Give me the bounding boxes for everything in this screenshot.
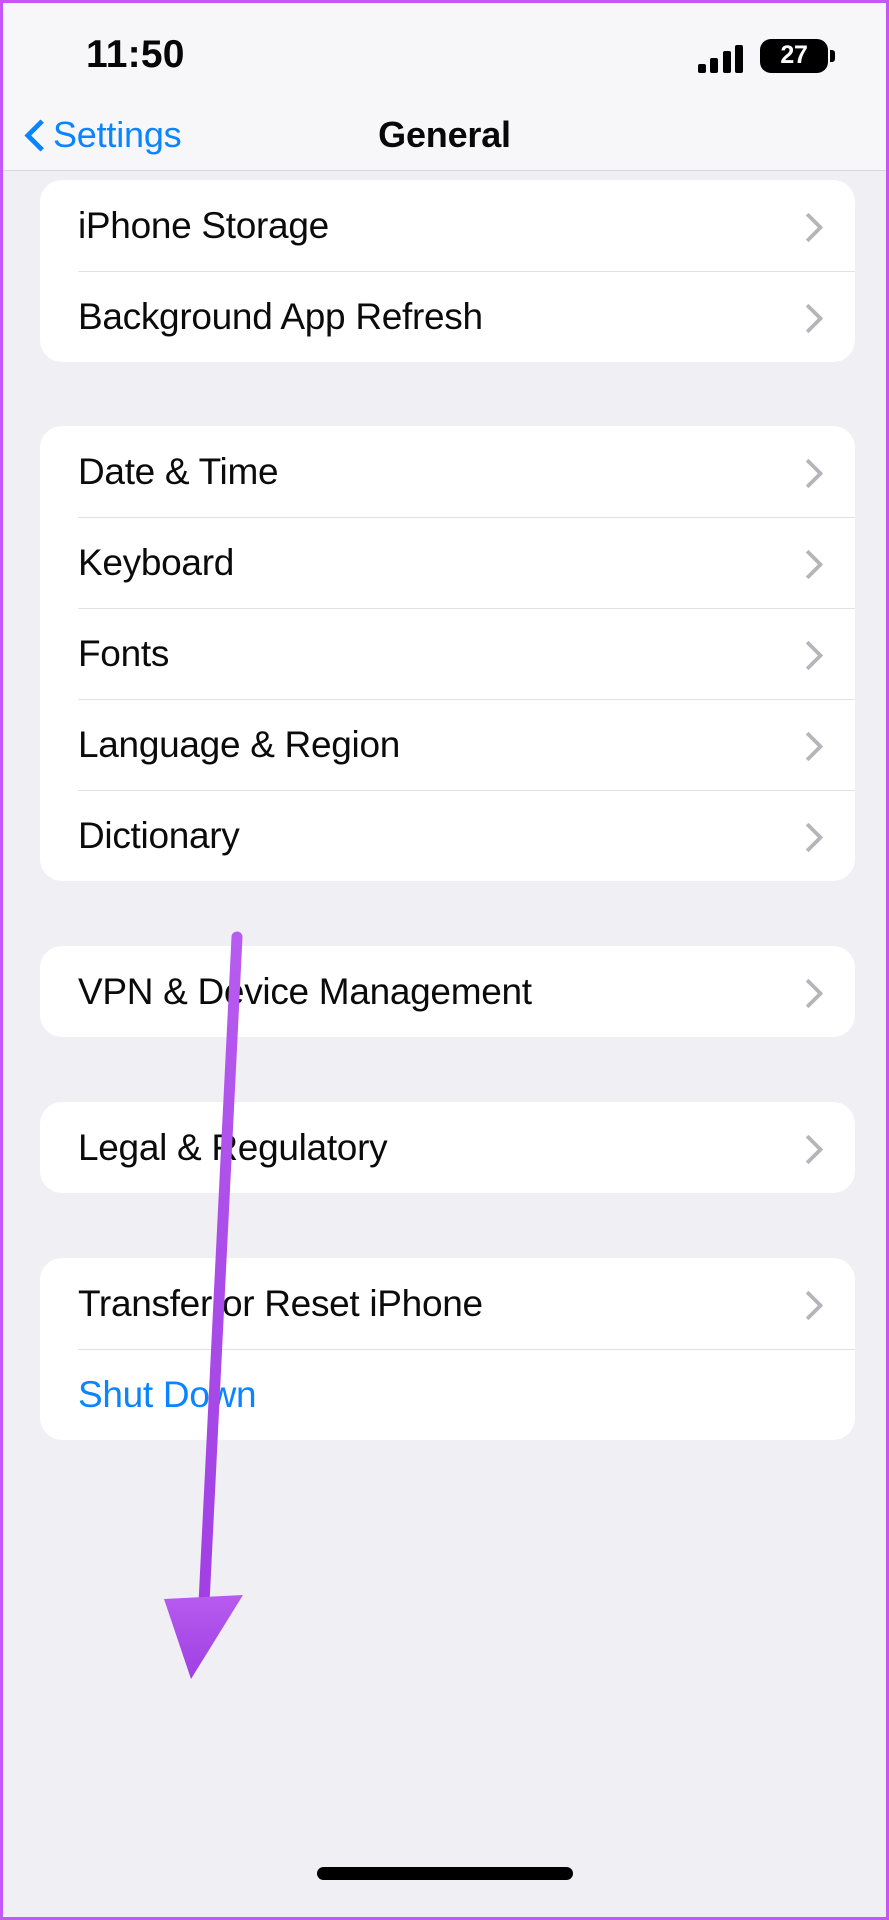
iphone-screenshot-frame: 11:50 27 Settings General iPhone Storage	[0, 0, 889, 1920]
list-item-label: Dictionary	[78, 815, 240, 856]
list-item-shut-down[interactable]: Shut Down	[40, 1349, 855, 1440]
settings-group-4: Legal & Regulatory	[40, 1102, 855, 1193]
chevron-right-icon	[798, 1290, 814, 1318]
status-bar: 11:50 27	[3, 3, 886, 100]
list-item-label: Keyboard	[78, 542, 234, 583]
list-item-iphone-storage[interactable]: iPhone Storage	[40, 180, 855, 271]
home-indicator	[316, 1867, 573, 1880]
status-bar-time: 11:50	[86, 32, 185, 76]
chevron-right-icon	[798, 1134, 814, 1162]
list-item-background-app-refresh[interactable]: Background App Refresh	[40, 271, 855, 362]
chevron-right-icon	[798, 458, 814, 486]
list-item-vpn-and-device-management[interactable]: VPN & Device Management	[40, 946, 855, 1037]
battery-percent-label: 27	[780, 41, 808, 69]
chevron-right-icon	[798, 212, 814, 240]
cellular-signal-icon	[697, 44, 743, 73]
list-item-label: Background App Refresh	[78, 296, 483, 337]
chevron-right-icon	[798, 549, 814, 577]
chevron-right-icon	[798, 303, 814, 331]
list-item-legal-and-regulatory[interactable]: Legal & Regulatory	[40, 1102, 855, 1193]
settings-group-2: Date & Time Keyboard Fonts Language & Re…	[40, 426, 855, 881]
battery-nub	[830, 49, 835, 62]
list-item-dictionary[interactable]: Dictionary	[40, 790, 855, 881]
battery-pill: 27	[760, 38, 828, 73]
chevron-right-icon	[798, 640, 814, 668]
list-item-date-and-time[interactable]: Date & Time	[40, 426, 855, 517]
list-item-label: Language & Region	[78, 724, 401, 765]
list-item-label: Legal & Regulatory	[78, 1127, 388, 1168]
list-item-label: Fonts	[78, 633, 170, 674]
settings-group-5: Transfer or Reset iPhone Shut Down	[40, 1258, 855, 1440]
settings-group-3: VPN & Device Management	[40, 946, 855, 1037]
navigation-bar: Settings General	[3, 100, 886, 171]
battery-icon: 27	[760, 38, 835, 73]
list-item-label: iPhone Storage	[78, 205, 329, 246]
list-item-fonts[interactable]: Fonts	[40, 608, 855, 699]
list-item-label: VPN & Device Management	[78, 971, 532, 1012]
list-item-keyboard[interactable]: Keyboard	[40, 517, 855, 608]
list-item-transfer-or-reset-iphone[interactable]: Transfer or Reset iPhone	[40, 1258, 855, 1349]
settings-group-1: iPhone Storage Background App Refresh	[40, 180, 855, 362]
chevron-right-icon	[798, 978, 814, 1006]
list-item-label: Date & Time	[78, 451, 279, 492]
page-title: General	[378, 114, 511, 155]
chevron-right-icon	[798, 822, 814, 850]
status-bar-indicators: 27	[697, 38, 835, 73]
list-item-language-and-region[interactable]: Language & Region	[40, 699, 855, 790]
chevron-right-icon	[798, 731, 814, 759]
settings-list[interactable]: iPhone Storage Background App Refresh Da…	[3, 171, 886, 1917]
list-item-label: Shut Down	[78, 1374, 257, 1415]
list-item-label: Transfer or Reset iPhone	[78, 1283, 483, 1324]
